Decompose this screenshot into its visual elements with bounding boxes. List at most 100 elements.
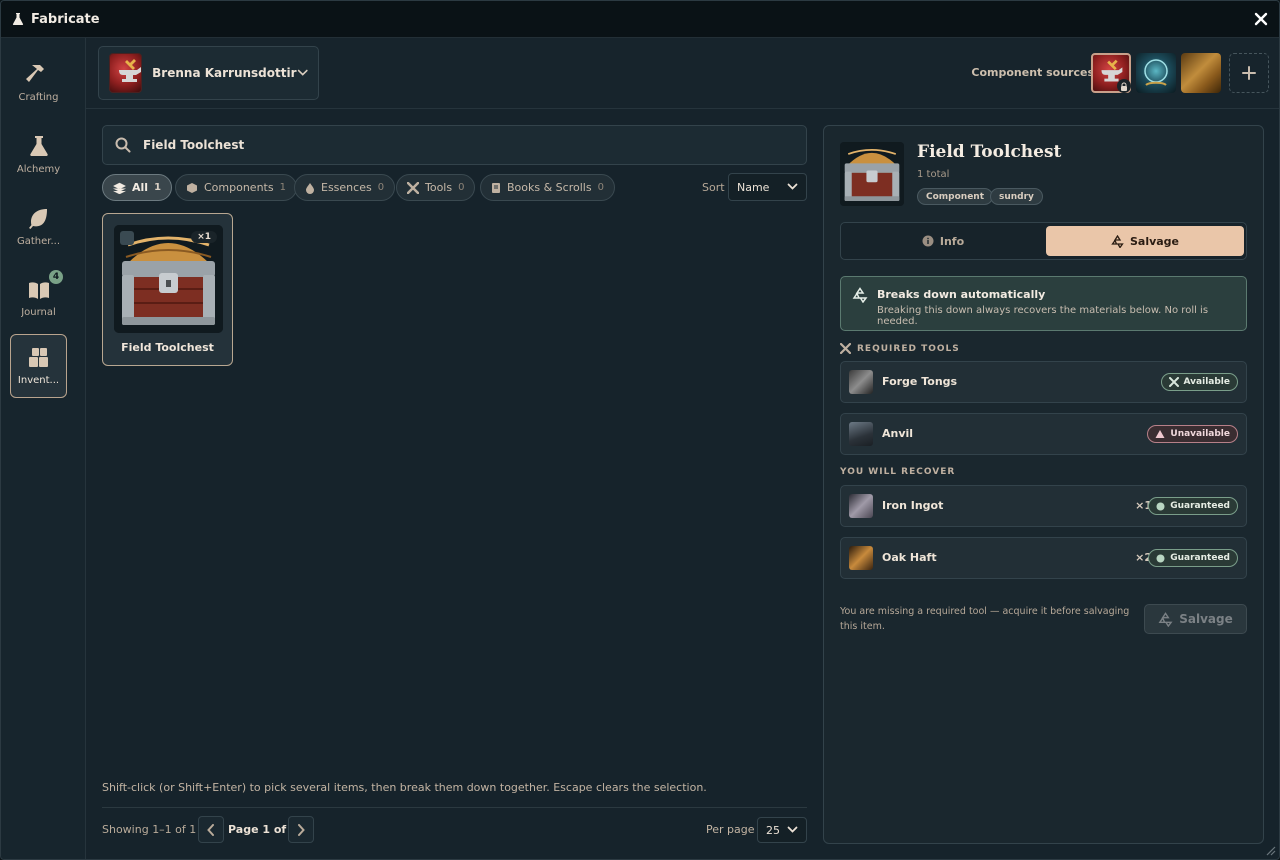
component-type-icon bbox=[120, 231, 134, 245]
recover-name: Oak Haft bbox=[882, 551, 937, 564]
journal-badge: 4 bbox=[49, 270, 63, 284]
book-icon bbox=[492, 182, 500, 193]
filter-label: Essences bbox=[321, 181, 372, 194]
recycle-icon bbox=[1158, 611, 1173, 627]
section-label-text: YOU WILL RECOVER bbox=[840, 467, 956, 477]
status-text: Guaranteed bbox=[1170, 501, 1230, 511]
tool-row-forge-tongs[interactable]: Forge Tongs Available bbox=[840, 361, 1247, 403]
filter-components[interactable]: Components 1 bbox=[175, 174, 297, 201]
chest-icon bbox=[840, 142, 904, 206]
lock-icon bbox=[1117, 79, 1131, 93]
status-badge: Guaranteed bbox=[1148, 497, 1238, 515]
filter-count: 1 bbox=[279, 182, 286, 193]
anvil-icon bbox=[849, 422, 873, 446]
ingot-icon bbox=[849, 494, 873, 518]
close-button[interactable] bbox=[1251, 9, 1271, 29]
avatar bbox=[109, 53, 143, 93]
tab-info[interactable]: Info bbox=[844, 226, 1042, 256]
tool-name: Anvil bbox=[882, 427, 914, 440]
search-input[interactable] bbox=[143, 138, 743, 152]
recycle-icon bbox=[852, 287, 868, 303]
tool-name: Forge Tongs bbox=[882, 375, 958, 388]
resize-handle-icon[interactable] bbox=[1266, 846, 1276, 856]
orb-icon bbox=[1144, 59, 1168, 86]
component-sources-label: Component sources bbox=[971, 66, 1094, 79]
tools-icon bbox=[407, 181, 419, 194]
sidebar-item-journal[interactable]: Journal 4 bbox=[10, 266, 67, 330]
sort-select[interactable]: Name bbox=[728, 173, 807, 201]
recover-row-iron-ingot[interactable]: Iron Ingot ×1 Guaranteed bbox=[840, 485, 1247, 527]
next-page-button[interactable] bbox=[288, 816, 314, 843]
required-tools-label: REQUIRED TOOLS bbox=[840, 343, 960, 354]
book-icon bbox=[28, 281, 49, 299]
section-label-text: REQUIRED TOOLS bbox=[857, 343, 960, 354]
filter-label: All bbox=[132, 181, 149, 194]
per-page-select[interactable]: 25 bbox=[757, 817, 807, 843]
source-hay-bale[interactable] bbox=[1181, 53, 1221, 93]
item-detail-panel: Field Toolchest 1 total Component sundry… bbox=[823, 125, 1264, 844]
top-bar: Brenna Karrunsdottir Component sources bbox=[86, 38, 1279, 109]
recover-label: YOU WILL RECOVER bbox=[840, 467, 955, 477]
filter-count: 0 bbox=[377, 182, 385, 193]
flask-icon bbox=[12, 13, 24, 25]
banner-title: Breaks down automatically bbox=[877, 288, 1046, 301]
recover-row-oak-haft[interactable]: Oak Haft ×2 Guaranteed bbox=[840, 537, 1247, 579]
status-text: Available bbox=[1183, 377, 1230, 387]
filter-count: 0 bbox=[597, 182, 604, 193]
filter-label: Books & Scrolls bbox=[507, 181, 592, 194]
status-text: Unavailable bbox=[1170, 429, 1230, 439]
chevron-down-icon bbox=[787, 183, 798, 190]
sidebar-item-label: Invent... bbox=[17, 374, 60, 386]
window-title: Fabricate bbox=[31, 11, 100, 27]
salvage-button[interactable]: Salvage bbox=[1144, 604, 1247, 634]
leaf-icon bbox=[28, 208, 47, 229]
item-quantity: ×1 bbox=[191, 231, 217, 243]
item-card-field-toolchest[interactable]: ×1 Field Toolchest bbox=[102, 213, 233, 366]
selection-hint: Shift-click (or Shift+Enter) to pick sev… bbox=[102, 781, 707, 794]
filter-label: Tools bbox=[425, 181, 453, 194]
detail-tabs: Info Salvage bbox=[840, 222, 1247, 260]
anvil-icon bbox=[119, 59, 141, 82]
search-bar bbox=[102, 125, 807, 165]
per-page-label: Per page bbox=[706, 823, 755, 836]
tool-row-anvil[interactable]: Anvil Unavailable bbox=[840, 413, 1247, 455]
prev-page-button[interactable] bbox=[198, 816, 224, 843]
filter-essences[interactable]: Essences 0 bbox=[294, 174, 396, 201]
layers-icon bbox=[113, 182, 126, 194]
detail-thumbnail bbox=[840, 142, 904, 206]
sidebar: Crafting Alchemy Gather... Journal 4 Inv… bbox=[1, 38, 86, 859]
tab-salvage[interactable]: Salvage bbox=[1046, 226, 1244, 256]
recycle-icon bbox=[1111, 234, 1124, 248]
dot-icon bbox=[1156, 502, 1165, 510]
status-badge: Unavailable bbox=[1147, 425, 1238, 443]
sidebar-item-alchemy[interactable]: Alchemy bbox=[10, 122, 67, 186]
plus-icon bbox=[1242, 66, 1256, 80]
filter-tools[interactable]: Tools 0 bbox=[396, 174, 476, 201]
sort-value: Name bbox=[737, 180, 770, 194]
filter-label: Components bbox=[204, 181, 274, 194]
cube-icon bbox=[187, 182, 197, 193]
app-window: Fabricate Crafting Alchemy Gather... Jou… bbox=[0, 0, 1280, 860]
add-source-button[interactable] bbox=[1229, 53, 1269, 93]
detail-total: 1 total bbox=[917, 169, 950, 180]
status-badge: Available bbox=[1160, 373, 1238, 391]
missing-tool-warning: You are missing a required tool — acquir… bbox=[840, 606, 1130, 632]
sidebar-item-label: Crafting bbox=[18, 91, 59, 103]
item-name: Field Toolchest bbox=[121, 341, 214, 354]
filter-books-scrolls[interactable]: Books & Scrolls 0 bbox=[480, 174, 615, 201]
filter-all[interactable]: All 1 bbox=[102, 174, 173, 201]
info-icon bbox=[922, 235, 934, 247]
status-badge: Guaranteed bbox=[1148, 549, 1238, 567]
source-crystal-orb[interactable] bbox=[1136, 53, 1176, 93]
character-selector[interactable]: Brenna Karrunsdottir bbox=[98, 46, 319, 100]
auto-breakdown-banner: Breaks down automatically Breaking this … bbox=[840, 276, 1247, 331]
wood-icon bbox=[849, 546, 873, 570]
chevron-right-icon bbox=[298, 823, 305, 836]
divider bbox=[102, 807, 807, 808]
sidebar-item-crafting[interactable]: Crafting bbox=[10, 50, 67, 114]
sidebar-item-gathering[interactable]: Gather... bbox=[10, 194, 67, 258]
source-character[interactable] bbox=[1091, 53, 1131, 93]
detail-title: Field Toolchest bbox=[917, 142, 1062, 162]
sidebar-item-inventory[interactable]: Invent... bbox=[10, 334, 67, 398]
tag-sundry: sundry bbox=[990, 188, 1043, 205]
